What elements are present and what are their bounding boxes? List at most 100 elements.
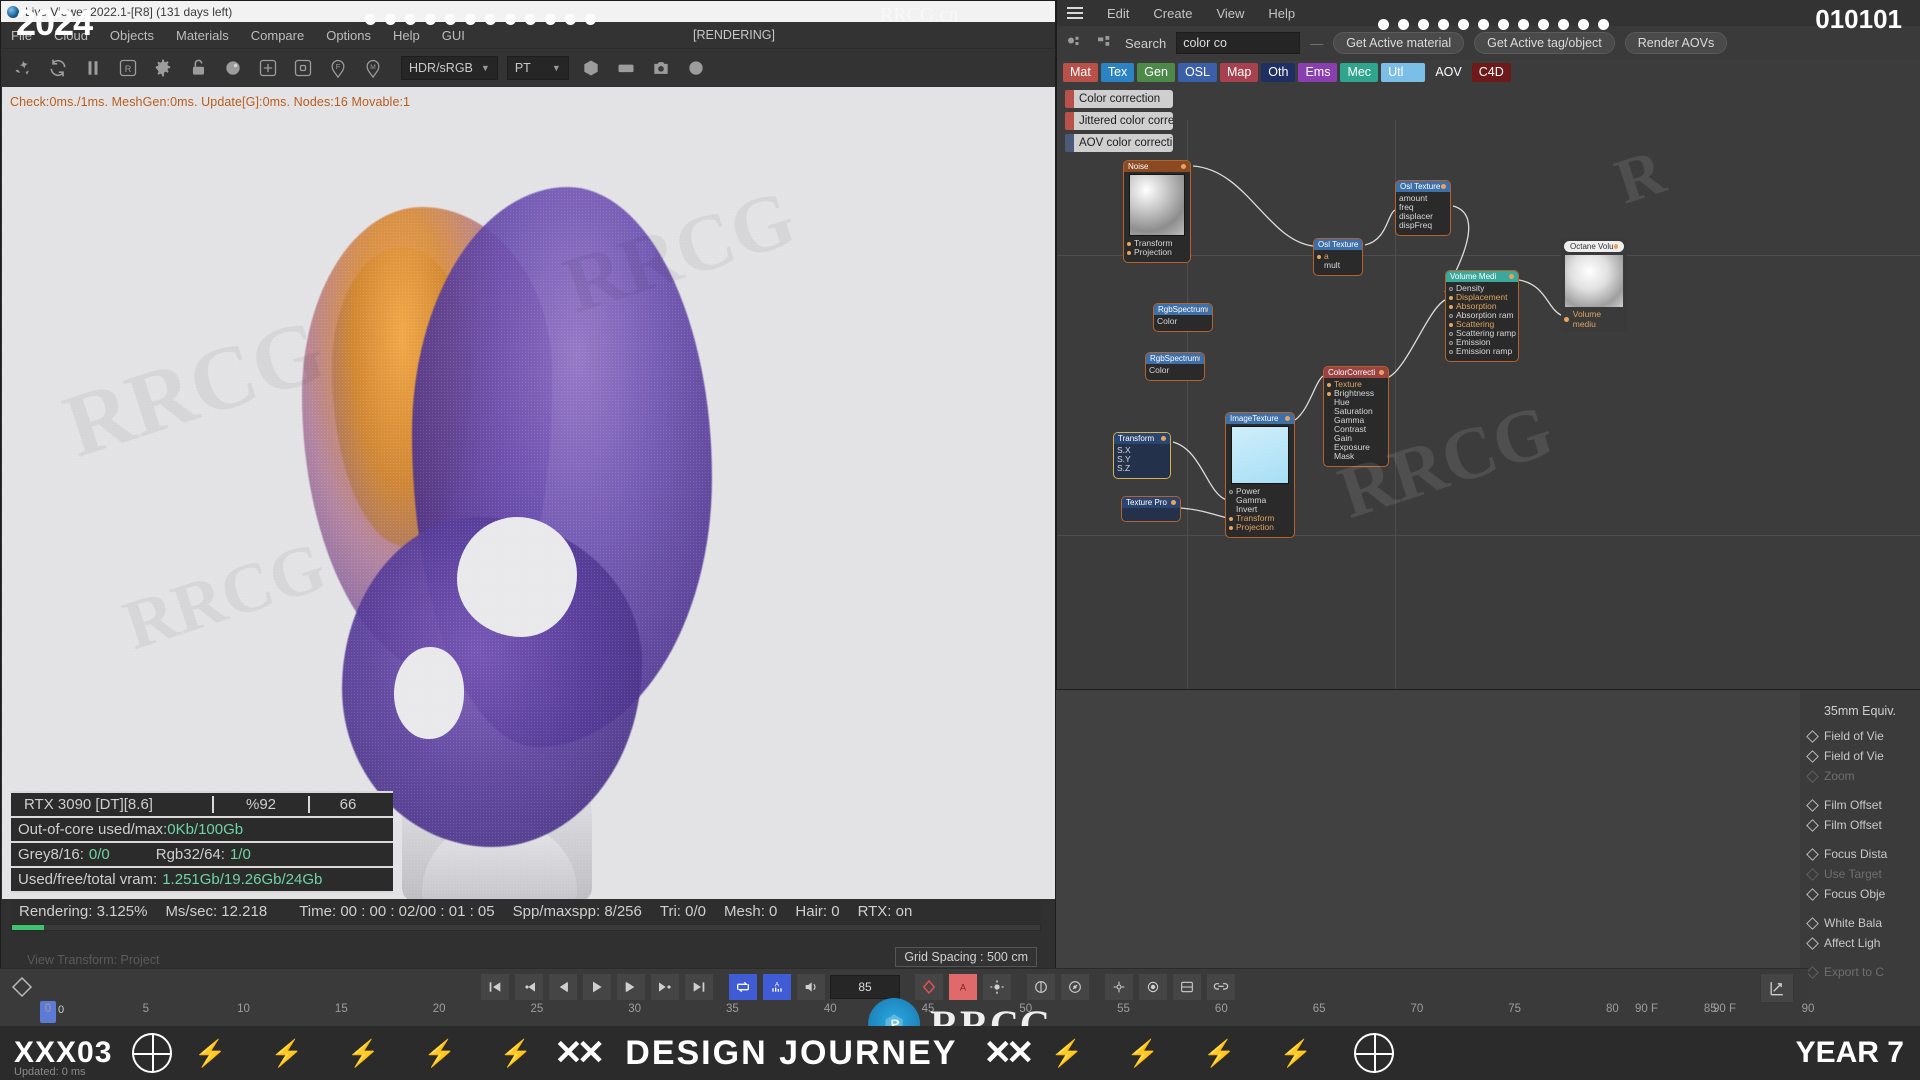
menu-compare[interactable]: Compare <box>251 28 304 43</box>
sound-icon[interactable] <box>796 973 826 1001</box>
focus-picker-icon[interactable]: F <box>325 55 351 81</box>
search-result-item[interactable]: Color correction <box>1065 90 1173 108</box>
attr-row-focus-distance[interactable]: Focus Dista <box>1800 844 1920 864</box>
category-mat[interactable]: Mat <box>1063 62 1098 82</box>
attr-row-export-to[interactable]: Export to C <box>1800 962 1920 982</box>
category-mec[interactable]: Mec <box>1340 62 1379 82</box>
keyframe-mode-icon[interactable] <box>10 975 36 1001</box>
keyframe-diamond-icon[interactable] <box>1806 867 1819 881</box>
category-tex[interactable]: Tex <box>1100 62 1135 82</box>
keyframe-diamond-icon[interactable] <box>1806 769 1819 783</box>
frame-field[interactable]: 85 <box>830 975 900 999</box>
material-sphere-icon[interactable] <box>220 55 246 81</box>
node-rgbspectrum-1[interactable]: RgbSpectrum Color <box>1153 303 1213 332</box>
attr-row-white-balance[interactable]: White Bala <box>1800 913 1920 933</box>
search-input[interactable]: color co <box>1176 32 1301 54</box>
attr-row-affect-lights[interactable]: Affect Ligh <box>1800 933 1920 953</box>
get-active-tag-object-button[interactable]: Get Active tag/object <box>1474 32 1615 54</box>
pla-icon[interactable] <box>1172 973 1202 1001</box>
node-link-icon[interactable] <box>1095 33 1115 53</box>
node-output-port[interactable] <box>1161 436 1166 441</box>
node-output-port[interactable] <box>1171 500 1176 505</box>
node-graph-canvas[interactable]: Noise Transform Projection Osl Texture a… <box>1057 120 1920 689</box>
add-icon[interactable] <box>255 55 281 81</box>
category-gen[interactable]: Gen <box>1137 62 1175 82</box>
node-osl-texture-mult[interactable]: Osl Texture a mult <box>1313 238 1363 276</box>
node-menu-help[interactable]: Help <box>1268 6 1295 21</box>
category-ems[interactable]: Ems <box>1298 62 1338 82</box>
loop-icon[interactable] <box>728 973 758 1001</box>
node-noise[interactable]: Noise Transform Projection <box>1123 160 1191 263</box>
param-icon[interactable] <box>1138 973 1168 1001</box>
object-icon[interactable] <box>290 55 316 81</box>
region-render-icon[interactable]: R <box>115 55 141 81</box>
go-to-start-icon[interactable] <box>480 973 510 1001</box>
keyframe-diamond-icon[interactable] <box>1806 936 1819 950</box>
menu-help[interactable]: Help <box>393 28 420 43</box>
attr-row-field-of-view-1[interactable]: Field of Vie <box>1800 726 1920 746</box>
coordinates-icon[interactable] <box>1760 973 1794 1003</box>
node-menu-edit[interactable]: Edit <box>1107 6 1129 21</box>
node-output-port[interactable] <box>1441 184 1446 189</box>
color-space-dropdown[interactable]: HDR/sRGB ▼ <box>401 55 498 80</box>
node-color-correction[interactable]: ColorCorrecti Texture Brightness Hue Sat… <box>1323 366 1389 467</box>
node-output-port[interactable] <box>1613 244 1618 249</box>
keyframe-diamond-icon[interactable] <box>1806 847 1819 861</box>
sphere-icon[interactable] <box>683 55 709 81</box>
keyframe-diamond-icon[interactable] <box>1806 818 1819 832</box>
menu-objects[interactable]: Objects <box>110 28 154 43</box>
attr-row-film-offset-1[interactable]: Film Offset <box>1800 795 1920 815</box>
rectangle-icon[interactable] <box>613 55 639 81</box>
attr-row-focus-object[interactable]: Focus Obje <box>1800 884 1920 904</box>
keyframe-diamond-icon[interactable] <box>1806 729 1819 743</box>
pause-icon[interactable] <box>80 55 106 81</box>
position-icon[interactable] <box>1026 973 1056 1001</box>
menu-cloud[interactable]: Cloud <box>54 28 88 43</box>
keyframe-settings-icon[interactable] <box>982 973 1012 1001</box>
go-to-end-icon[interactable] <box>684 973 714 1001</box>
node-output-port[interactable] <box>1509 274 1514 279</box>
node-octane-volume[interactable]: Octane Volu Volume mediu <box>1561 238 1627 332</box>
settings-gear-icon[interactable] <box>150 55 176 81</box>
category-osl[interactable]: OSL <box>1177 62 1217 82</box>
node-output-port[interactable] <box>1285 416 1290 421</box>
node-rgbspectrum-2[interactable]: RgbSpectrum Color <box>1145 352 1205 381</box>
attr-row-field-of-view-2[interactable]: Field of Vie <box>1800 746 1920 766</box>
keyframe-diamond-icon[interactable] <box>1806 798 1819 812</box>
hexagon-icon[interactable] <box>578 55 604 81</box>
node-output-port[interactable] <box>1379 370 1384 375</box>
node-menu-create[interactable]: Create <box>1153 6 1192 21</box>
keyframe-diamond-icon[interactable] <box>1806 887 1819 901</box>
menu-file[interactable]: File <box>11 28 32 43</box>
kernel-dropdown[interactable]: PT ▼ <box>506 55 569 80</box>
node-output-port[interactable] <box>1198 356 1200 361</box>
previous-key-icon[interactable] <box>514 973 544 1001</box>
node-output-port[interactable] <box>1206 307 1208 312</box>
node-transform[interactable]: Transform S.X S.Y S.Z <box>1113 432 1171 479</box>
node-output-port[interactable] <box>1181 164 1186 169</box>
play-icon[interactable] <box>582 973 612 1001</box>
keyframe-diamond-icon[interactable] <box>1806 965 1819 979</box>
menu-options[interactable]: Options <box>326 28 371 43</box>
next-key-icon[interactable] <box>650 973 680 1001</box>
render-aovs-button[interactable]: Render AOVs <box>1624 32 1728 54</box>
camera-icon[interactable] <box>648 55 674 81</box>
node-image-texture[interactable]: ImageTexture Power Gamma Invert Transfor… <box>1225 412 1295 538</box>
output-port-dot[interactable] <box>1564 316 1569 322</box>
menu-gui[interactable]: GUI <box>442 28 465 43</box>
node-volume-medium[interactable]: Volume Medi Density Displacement Absorpt… <box>1445 270 1519 362</box>
render-toggle-icon[interactable] <box>10 55 36 81</box>
next-frame-icon[interactable] <box>616 973 646 1001</box>
previous-frame-icon[interactable] <box>548 973 578 1001</box>
material-picker-icon[interactable]: M <box>360 55 386 81</box>
category-aov[interactable]: AOV <box>1428 63 1468 82</box>
rotation-icon[interactable] <box>1060 973 1090 1001</box>
node-texture-projection[interactable]: Texture Pro <box>1121 496 1181 522</box>
autokey-icon[interactable]: A <box>762 973 792 1001</box>
refresh-icon[interactable] <box>45 55 71 81</box>
lock-icon[interactable] <box>185 55 211 81</box>
category-c4d[interactable]: C4D <box>1471 62 1511 82</box>
keyframe-diamond-icon[interactable] <box>1806 749 1819 763</box>
attr-row-film-offset-2[interactable]: Film Offset <box>1800 815 1920 835</box>
node-unlink-icon[interactable] <box>1065 33 1085 53</box>
